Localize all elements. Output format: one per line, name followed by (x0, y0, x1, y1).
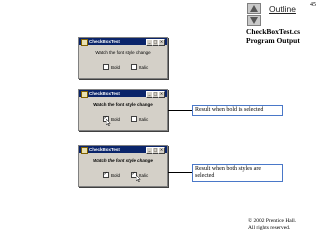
bold-checkbox-label: Bold (111, 116, 121, 122)
triangle-down-icon[interactable] (247, 15, 261, 26)
app-icon (81, 39, 88, 46)
italic-checkbox-label: Italic (139, 116, 149, 122)
close-icon[interactable]: × (158, 39, 165, 46)
slide-title-subtitle: Program Output (246, 36, 300, 45)
callout-bold-selected: Result when bold is selected (192, 105, 283, 116)
italic-checkbox[interactable]: Italic (131, 64, 148, 70)
window-titlebar: CheckBoxTest _ □ × (79, 38, 167, 46)
callout-connector (168, 172, 192, 173)
italic-checkbox[interactable]: Italic (131, 116, 148, 122)
triangle-up-icon[interactable] (247, 3, 261, 14)
bold-checkbox[interactable]: ✓ Bold (103, 171, 121, 178)
check-mark-icon: ✓ (103, 171, 108, 177)
callout-text-line1: Result when both styles are (195, 166, 261, 172)
checkbox-window-3: CheckBoxTest _ □ × Watch the font style … (78, 145, 168, 187)
sample-text-label: Watch the font style change (93, 102, 153, 107)
copyright-line1: © 2002 Prentice Hall. (248, 218, 297, 224)
mouse-cursor-icon (136, 175, 141, 182)
window-title: CheckBoxTest (89, 39, 120, 44)
checkbox-window-1: CheckBoxTest _ □ × Watch the font style … (78, 37, 168, 79)
slide-navigation (247, 3, 261, 27)
checkbox-box[interactable]: ✓ (103, 171, 109, 178)
close-icon[interactable]: × (158, 147, 165, 154)
app-icon (81, 91, 88, 98)
app-icon (81, 147, 88, 154)
checkbox-box[interactable] (103, 64, 109, 70)
bold-checkbox-label: Bold (111, 172, 121, 178)
page-number: 45 (310, 2, 316, 8)
copyright-notice: © 2002 Prentice Hall. All rights reserve… (248, 218, 296, 231)
sample-text-label: Watch the font style change (93, 158, 153, 163)
mouse-cursor-icon (106, 119, 111, 126)
checkbox-box[interactable] (131, 64, 137, 70)
window-titlebar: CheckBoxTest _ □ × (79, 146, 167, 154)
sample-text-label: Watch the font style change (95, 50, 151, 55)
close-icon[interactable]: × (158, 91, 165, 98)
window-titlebar: CheckBoxTest _ □ × (79, 90, 167, 98)
checkbox-box[interactable] (131, 116, 137, 122)
callout-connector (168, 110, 192, 111)
outline-link[interactable]: Outline (269, 4, 296, 14)
callout-text-line2: selected (195, 173, 215, 179)
bold-checkbox[interactable]: Bold (103, 64, 120, 70)
slide-title: CheckBoxTest.cs Program Output (246, 27, 300, 45)
checkbox-window-2: CheckBoxTest _ □ × Watch the font style … (78, 89, 168, 131)
window-title: CheckBoxTest (89, 91, 120, 96)
slide-title-filename: CheckBoxTest.cs (246, 27, 301, 36)
bold-checkbox-label: Bold (111, 64, 121, 70)
window-title: CheckBoxTest (89, 147, 120, 152)
callout-text: Result when bold is selected (195, 107, 264, 113)
callout-both-selected: Result when both styles are selected (192, 164, 283, 182)
italic-checkbox-label: Italic (139, 64, 149, 70)
copyright-line2: All rights reserved. (248, 224, 291, 231)
